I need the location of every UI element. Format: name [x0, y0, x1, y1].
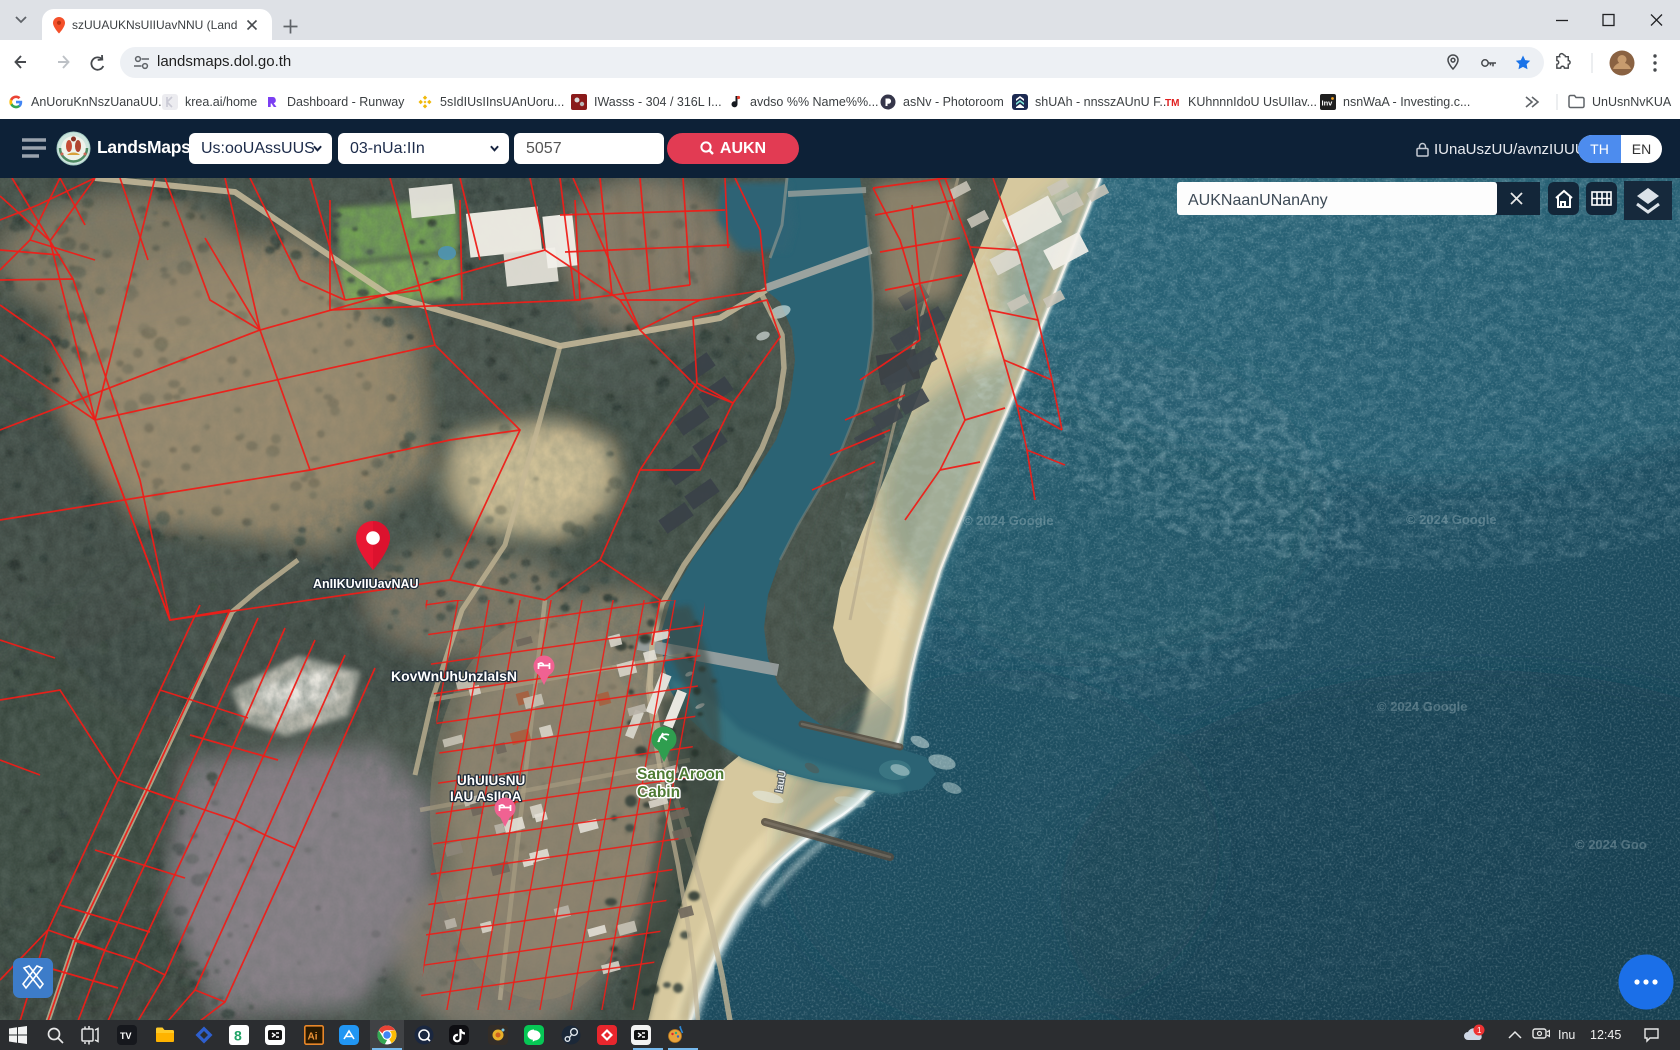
- svg-text:Ai: Ai: [308, 1032, 318, 1043]
- svg-text:AnIIKUvIIUavNAU: AnIIKUvIIUavNAU: [313, 577, 419, 591]
- svg-text:TV: TV: [120, 1031, 132, 1041]
- svg-text:Sang Aroon: Sang Aroon: [637, 766, 724, 783]
- svg-text:© 2024 Google: © 2024 Google: [1377, 699, 1468, 714]
- svg-text:AUKNaanUNanAny: AUKNaanUNanAny: [1188, 192, 1328, 209]
- svg-text:TM: TM: [1165, 98, 1179, 109]
- svg-text:Cabin: Cabin: [637, 784, 680, 801]
- svg-text:KovWnUhUnzIaIsN: KovWnUhUnzIaIsN: [391, 668, 517, 684]
- svg-text:© 2024 Google: © 2024 Google: [1406, 512, 1497, 527]
- svg-text:Inv: Inv: [1322, 99, 1334, 108]
- svg-text:UhUIUsNU: UhUIUsNU: [457, 773, 525, 788]
- svg-text:8: 8: [234, 1028, 242, 1044]
- svg-text:1: 1: [1477, 1026, 1482, 1035]
- svg-text:© 2024 Google: © 2024 Google: [963, 513, 1054, 528]
- svg-text:© 2024 Goo: © 2024 Goo: [1575, 837, 1647, 852]
